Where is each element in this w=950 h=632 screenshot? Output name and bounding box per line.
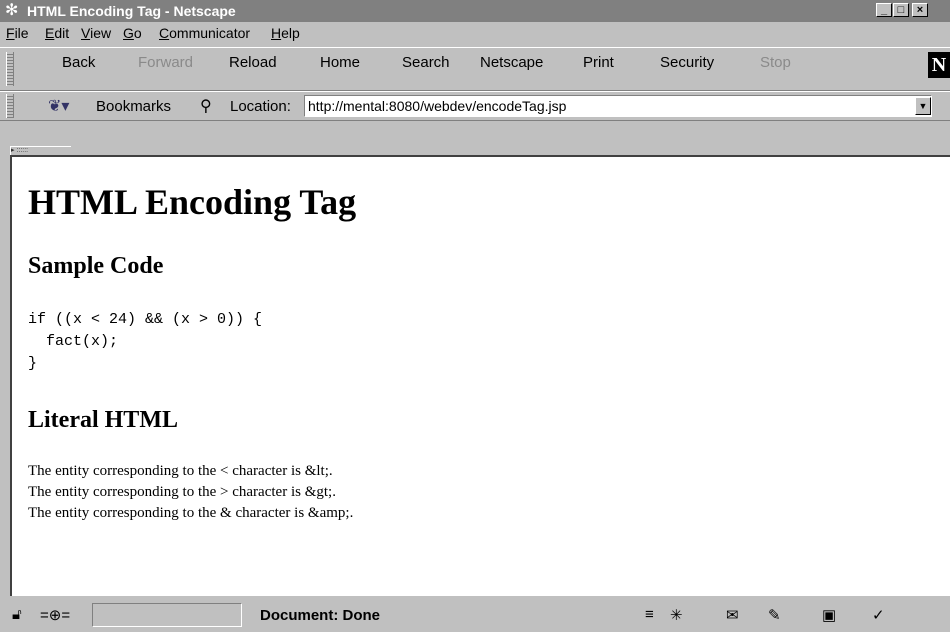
status-cell	[244, 603, 642, 627]
page-heading: HTML Encoding Tag	[28, 182, 357, 222]
entity-line: The entity corresponding to the & charac…	[28, 505, 354, 521]
search-button[interactable]: Search	[402, 54, 450, 71]
entity-line: The entity corresponding to the < charac…	[28, 463, 333, 479]
status-bar: 🔓︎ =⊕= Document: Done ≡ ✳ ✉ ✎ ▣ ✓	[0, 600, 950, 632]
menu-help[interactable]: Help	[271, 25, 300, 41]
reload-button[interactable]: Reload	[229, 54, 277, 71]
bookmarks-button[interactable]: Bookmarks	[96, 98, 171, 115]
forward-button[interactable]: Forward	[138, 54, 193, 71]
toolbar-grip[interactable]	[6, 52, 14, 86]
back-button[interactable]: Back	[62, 54, 95, 71]
security-lock-icon[interactable]: 🔓︎	[12, 606, 22, 623]
minimize-button[interactable]: _	[876, 3, 892, 17]
menu-go[interactable]: Go	[123, 25, 142, 41]
menu-edit[interactable]: Edit	[45, 25, 69, 41]
location-grip[interactable]	[6, 94, 14, 118]
address-book-icon[interactable]: ▣	[822, 606, 836, 624]
composer-icon[interactable]: ✓	[872, 606, 885, 624]
print-button[interactable]: Print	[583, 54, 614, 71]
navigation-toolbar: Back Forward Reload Home Search Netscape…	[0, 47, 950, 91]
url-dropdown-button[interactable]: ▼	[915, 97, 931, 115]
code-sample: if ((x < 24) && (x > 0)) { fact(x); }	[28, 311, 263, 372]
connection-icon: =⊕=	[40, 607, 71, 624]
netscape-logo[interactable]: N	[928, 52, 950, 78]
browser-window: ✻ HTML Encoding Tag - Netscape _ □ × Fil…	[0, 0, 950, 632]
newsgroups-icon[interactable]: ✎	[768, 606, 781, 624]
location-label: Location:	[230, 98, 291, 115]
section-heading-sample-code: Sample Code	[28, 253, 164, 279]
url-text: http://mental:8080/webdev/encodeTag.jsp	[308, 98, 567, 114]
component-grip-icon[interactable]: ≡	[645, 606, 654, 623]
navigator-icon[interactable]: ✳	[670, 606, 683, 624]
maximize-button[interactable]: □	[893, 3, 909, 17]
menu-bar: File Edit View Go Communicator Help	[0, 22, 950, 44]
menu-view[interactable]: View	[81, 25, 111, 41]
progress-cell	[92, 603, 242, 627]
window-title: HTML Encoding Tag - Netscape	[27, 3, 236, 19]
mail-icon[interactable]: ✉	[726, 606, 739, 624]
netscape-app-icon[interactable]: ✻	[5, 2, 18, 20]
stop-button[interactable]: Stop	[760, 54, 791, 71]
location-toolbar: ❦▾ Bookmarks ⚲ Location: http://mental:8…	[0, 91, 950, 121]
title-bar: ✻ HTML Encoding Tag - Netscape _ □ ×	[0, 0, 950, 22]
menu-file[interactable]: File	[6, 25, 29, 41]
close-button[interactable]: ×	[912, 3, 928, 17]
page-content: HTML Encoding Tag Sample Code if ((x < 2…	[10, 155, 950, 596]
toolbar-collapse-tab[interactable]: ▸ ::::::	[10, 146, 71, 155]
netscape-button[interactable]: Netscape	[480, 54, 543, 71]
bookmarks-icon[interactable]: ❦▾	[48, 96, 69, 116]
menu-communicator[interactable]: Communicator	[159, 25, 250, 41]
security-button[interactable]: Security	[660, 54, 714, 71]
location-icon[interactable]: ⚲	[200, 96, 212, 116]
url-field[interactable]: http://mental:8080/webdev/encodeTag.jsp …	[304, 95, 932, 117]
home-button[interactable]: Home	[320, 54, 360, 71]
entity-line: The entity corresponding to the > charac…	[28, 484, 336, 500]
section-heading-literal-html: Literal HTML	[28, 407, 178, 433]
